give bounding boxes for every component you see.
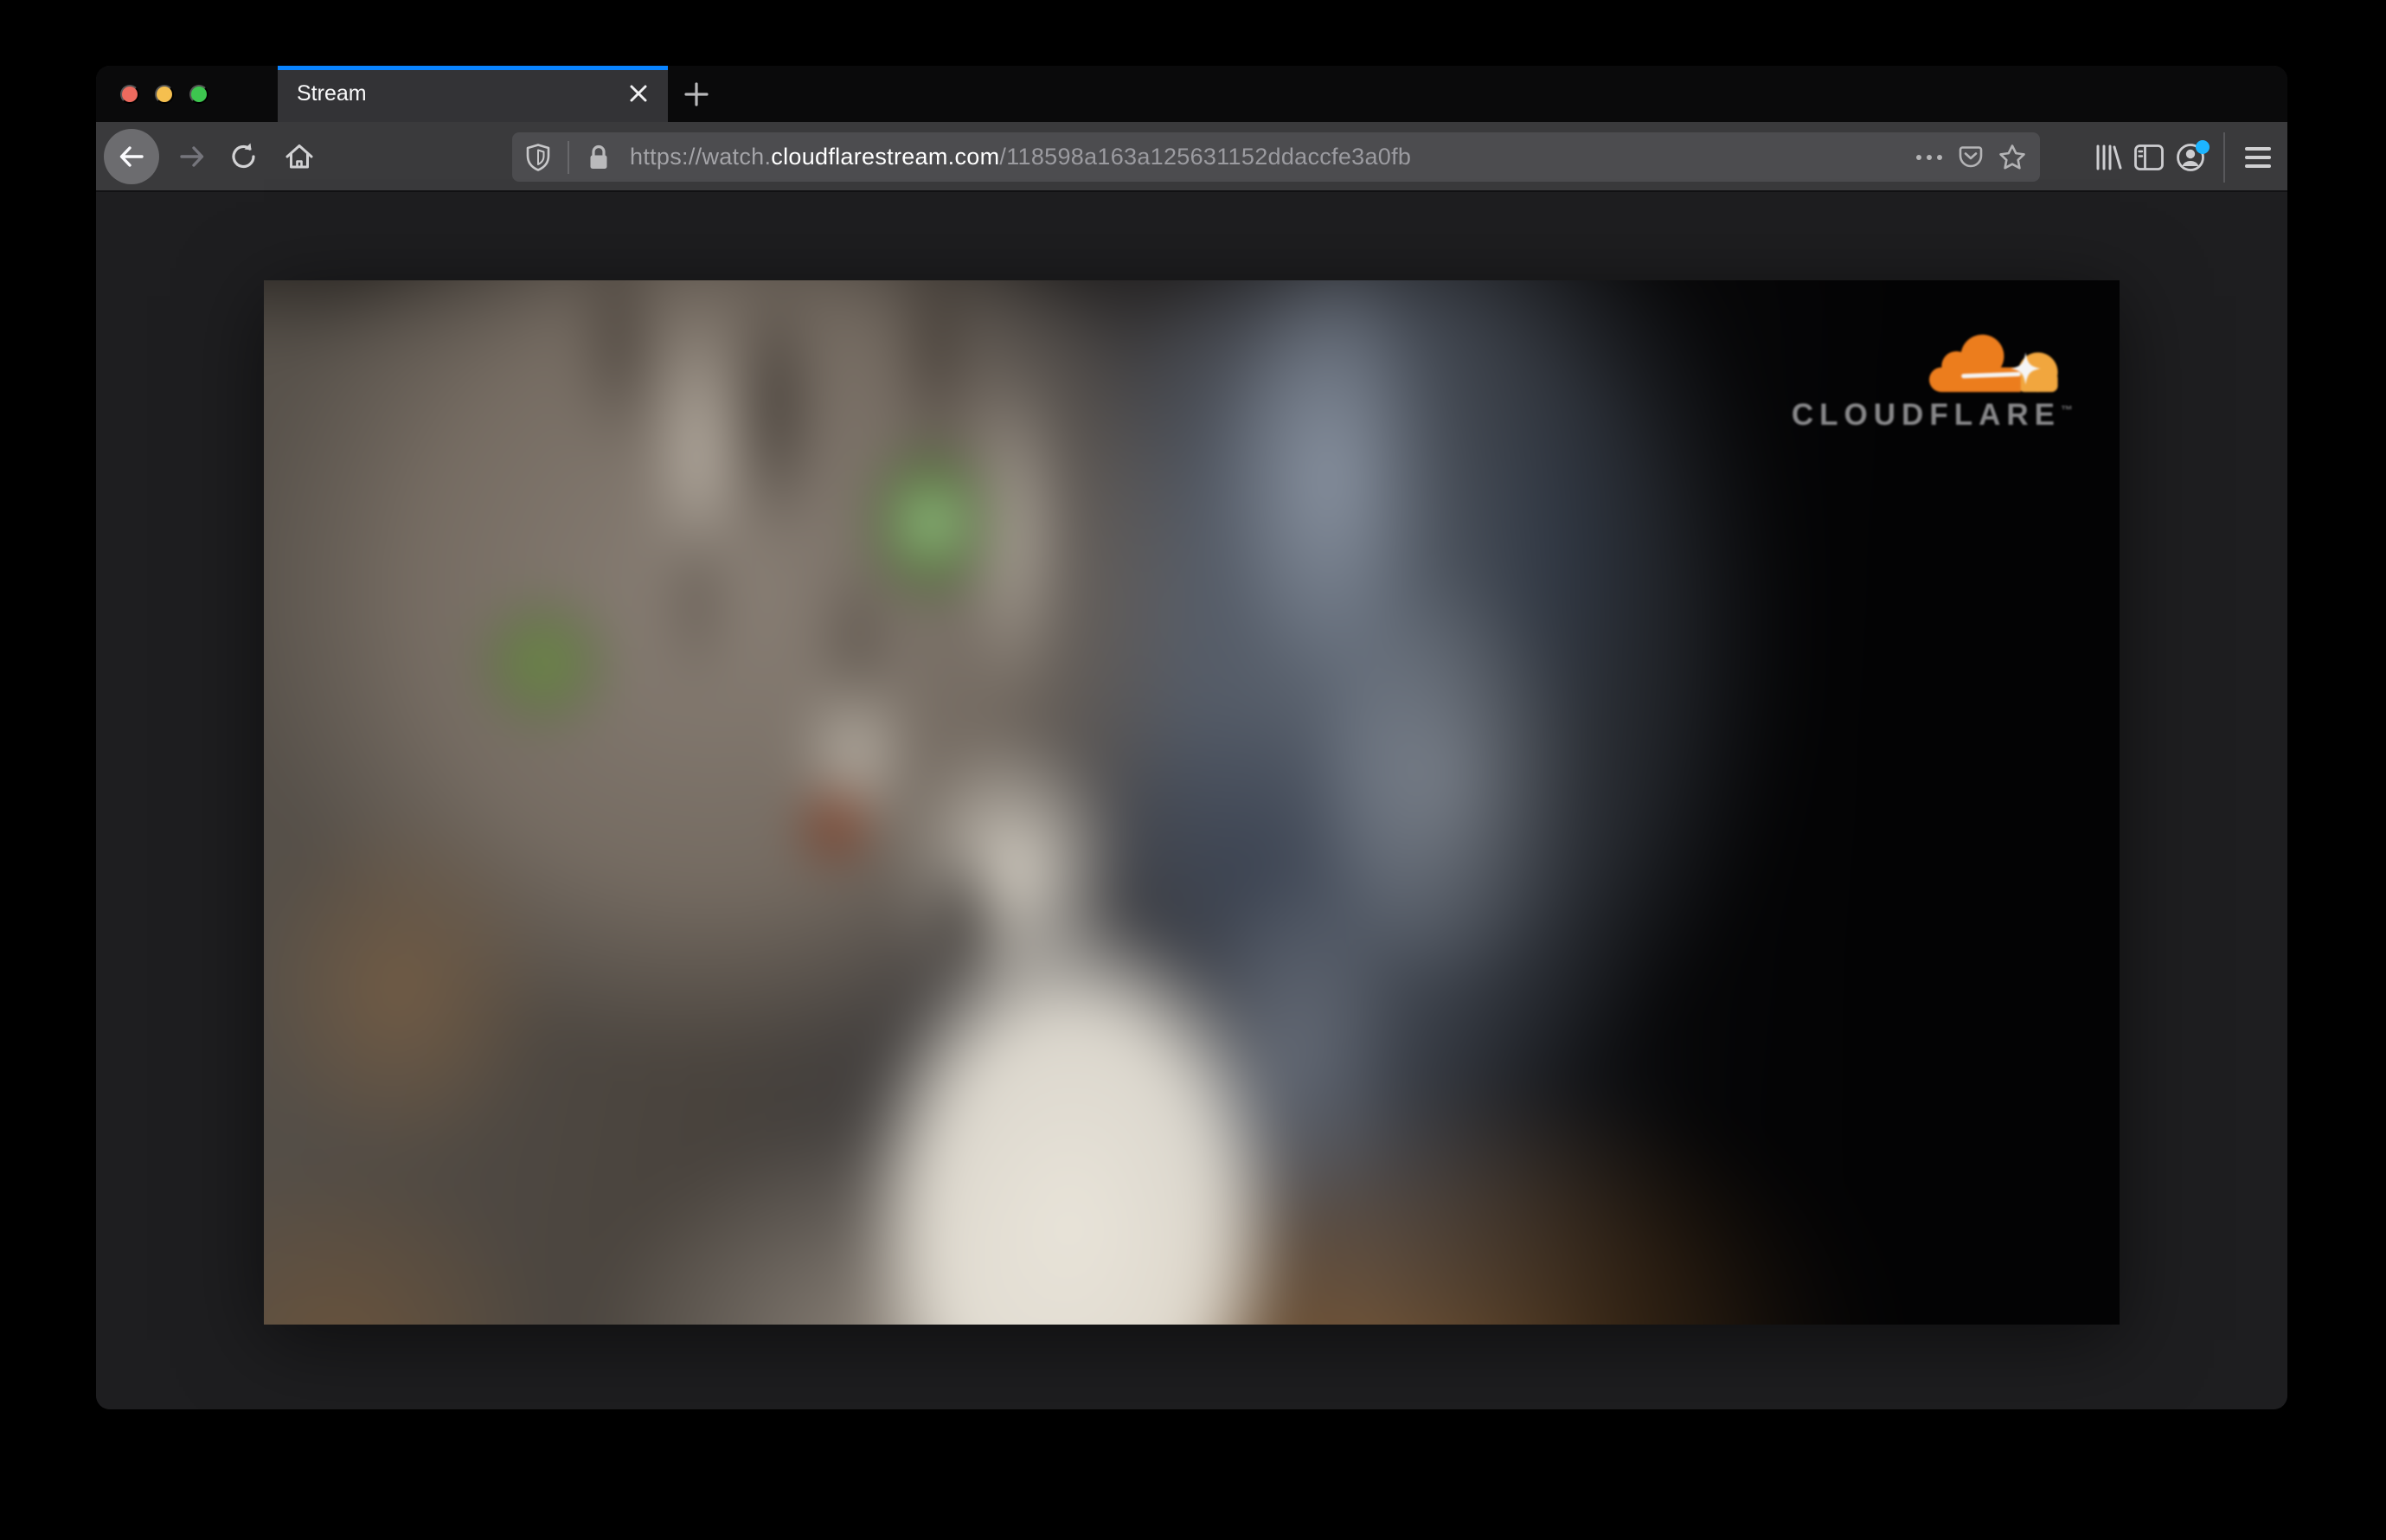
cat-video-frame — [264, 280, 2120, 1325]
notification-dot — [2196, 139, 2210, 154]
url-bar[interactable]: https://watch.cloudflarestream.com/11859… — [512, 132, 2040, 182]
hamburger-icon — [2245, 146, 2271, 168]
pocket-button[interactable] — [1950, 137, 1992, 178]
plus-icon — [684, 82, 709, 106]
tracking-protection-button[interactable] — [517, 137, 559, 178]
toolbar-divider — [2223, 132, 2225, 183]
url-path: /118598a163a125631152ddaccfe3a0fb — [999, 144, 1412, 170]
lock-icon — [590, 144, 607, 169]
forward-button[interactable] — [171, 136, 213, 177]
sidebar-icon — [2134, 144, 2164, 170]
star-icon — [1999, 144, 2025, 169]
nav-toolbar: https://watch.cloudflarestream.com/11859… — [96, 122, 2287, 192]
home-button[interactable] — [279, 136, 320, 177]
pocket-icon — [1959, 145, 1983, 167]
url-domain: cloudflarestream.com — [771, 144, 1000, 170]
tab-title: Stream — [297, 81, 367, 106]
titlebar[interactable]: Stream — [96, 66, 2287, 122]
cloudflare-cloud-icon — [1929, 334, 2058, 393]
back-button[interactable] — [104, 129, 159, 184]
active-tab-indicator — [278, 66, 668, 70]
tab-close-button[interactable] — [623, 78, 654, 109]
url-prefix: https://watch. — [630, 144, 772, 170]
forward-arrow-icon — [180, 146, 204, 167]
site-security-button[interactable] — [581, 137, 616, 178]
video-player[interactable]: CLOUDFLARE™ — [264, 280, 2120, 1325]
url-text[interactable]: https://watch.cloudflarestream.com/11859… — [630, 144, 1908, 170]
bookmark-button[interactable] — [1992, 137, 2033, 178]
page-actions-button[interactable] — [1908, 137, 1950, 178]
shield-icon — [526, 143, 550, 171]
reload-icon — [232, 143, 255, 169]
toolbar-right-tools — [2087, 122, 2287, 192]
menu-button[interactable] — [2237, 137, 2279, 178]
close-window-button[interactable] — [120, 85, 139, 104]
page-content: CLOUDFLARE™ — [96, 192, 2287, 1409]
library-icon — [2096, 144, 2122, 170]
zoom-window-button[interactable] — [189, 85, 208, 104]
urlbar-divider — [568, 140, 569, 174]
urlbar-actions — [1908, 137, 2040, 178]
library-button[interactable] — [2087, 137, 2128, 178]
cloudflare-wordmark: CLOUDFLARE™ — [1791, 398, 2073, 432]
browser-window: Stream https://watch.cloudflarestream.co… — [96, 66, 2287, 1409]
new-tab-button[interactable] — [676, 74, 717, 115]
home-icon — [285, 144, 313, 169]
cloudflare-logo: CLOUDFLARE™ — [1792, 325, 2073, 433]
sidebar-button[interactable] — [2128, 137, 2170, 178]
tab-stream[interactable]: Stream — [278, 66, 668, 122]
reload-button[interactable] — [223, 136, 265, 177]
ellipsis-icon — [1916, 154, 1942, 160]
back-arrow-icon — [119, 146, 144, 167]
close-icon — [630, 85, 647, 102]
minimize-window-button[interactable] — [155, 85, 174, 104]
